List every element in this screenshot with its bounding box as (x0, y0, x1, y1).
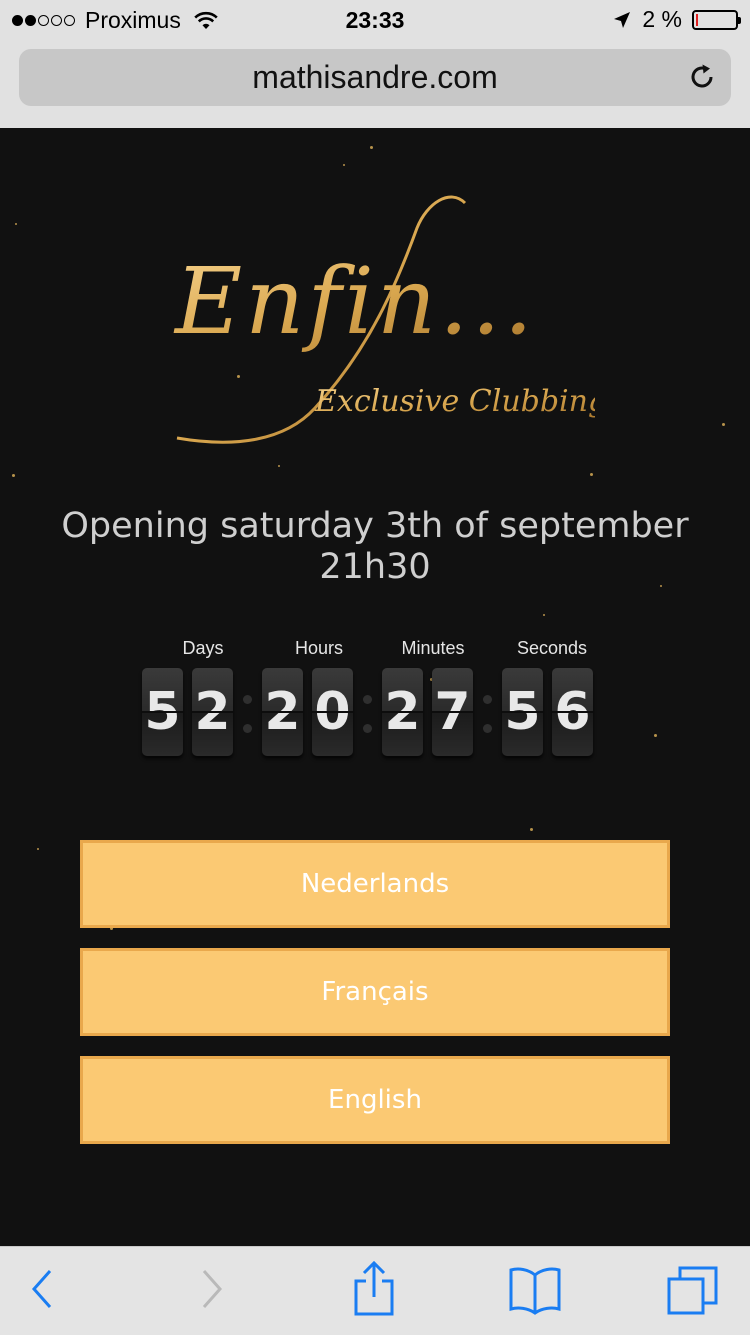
sparkle (37, 848, 39, 850)
countdown-separator (363, 695, 372, 704)
sparkle (530, 828, 533, 831)
opening-date: Opening saturday 3th of september (61, 506, 689, 546)
sparkle (543, 614, 545, 616)
club-logo: Enfin... Exclusive Clubbing (173, 195, 595, 444)
url-text[interactable]: mathisandre.com (19, 59, 731, 96)
battery-icon (692, 9, 741, 30)
sparkle (590, 473, 593, 476)
sparkle (370, 146, 373, 149)
status-bar: Proximus 23:33 2 % (0, 0, 750, 40)
countdown-separator (363, 724, 372, 733)
countdown-separator (243, 695, 252, 704)
label-minutes: Minutes (401, 638, 465, 658)
sparkle (343, 164, 345, 166)
forward-icon[interactable] (196, 1267, 226, 1311)
countdown-digit-hours-tens: 2 (262, 668, 303, 756)
reload-icon[interactable] (687, 62, 717, 92)
back-icon[interactable] (28, 1267, 58, 1311)
opening-time: 21h30 (319, 547, 431, 587)
language-button-francais[interactable]: Français (80, 948, 670, 1036)
opening-announcement: Opening saturday 3th of september 21h30 (0, 506, 750, 588)
countdown-digit-seconds-tens: 5 (502, 668, 543, 756)
sparkle (12, 474, 15, 477)
sparkle (722, 423, 725, 426)
label-seconds: Seconds (516, 638, 588, 658)
countdown-digit-seconds-ones: 6 (552, 668, 593, 756)
countdown-digit-minutes-ones: 7 (432, 668, 473, 756)
label-days: Days (182, 638, 224, 658)
countdown-separator (483, 695, 492, 704)
browser-toolbar (0, 1246, 750, 1335)
countdown-digit-days-tens: 5 (142, 668, 183, 756)
countdown-separator (483, 724, 492, 733)
web-page: Enfin... Exclusive Clubbing Opening satu… (0, 128, 750, 1246)
tabs-icon[interactable] (666, 1265, 720, 1317)
browser-address-area: mathisandre.com (0, 40, 750, 128)
logo-title: Enfin... (173, 248, 536, 355)
location-arrow-icon (614, 11, 631, 28)
bookmarks-icon[interactable] (508, 1265, 562, 1315)
language-button-english[interactable]: English (80, 1056, 670, 1144)
sparkle (278, 465, 280, 467)
countdown-digit-days-ones: 2 (192, 668, 233, 756)
language-button-nederlands[interactable]: Nederlands (80, 840, 670, 928)
countdown-digit-minutes-tens: 2 (382, 668, 423, 756)
battery-percentage: 2 % (642, 6, 682, 32)
logo-subtitle: Exclusive Clubbing (314, 384, 595, 419)
sparkle (15, 223, 17, 225)
countdown-digit-hours-ones: 0 (312, 668, 353, 756)
status-right: 2 % (612, 6, 741, 33)
countdown-separator (243, 724, 252, 733)
label-hours: Hours (294, 638, 343, 658)
share-icon[interactable] (352, 1261, 396, 1317)
countdown-timer: 5 2 2 0 2 7 5 6 (0, 668, 750, 760)
address-bar[interactable]: mathisandre.com (19, 49, 731, 106)
